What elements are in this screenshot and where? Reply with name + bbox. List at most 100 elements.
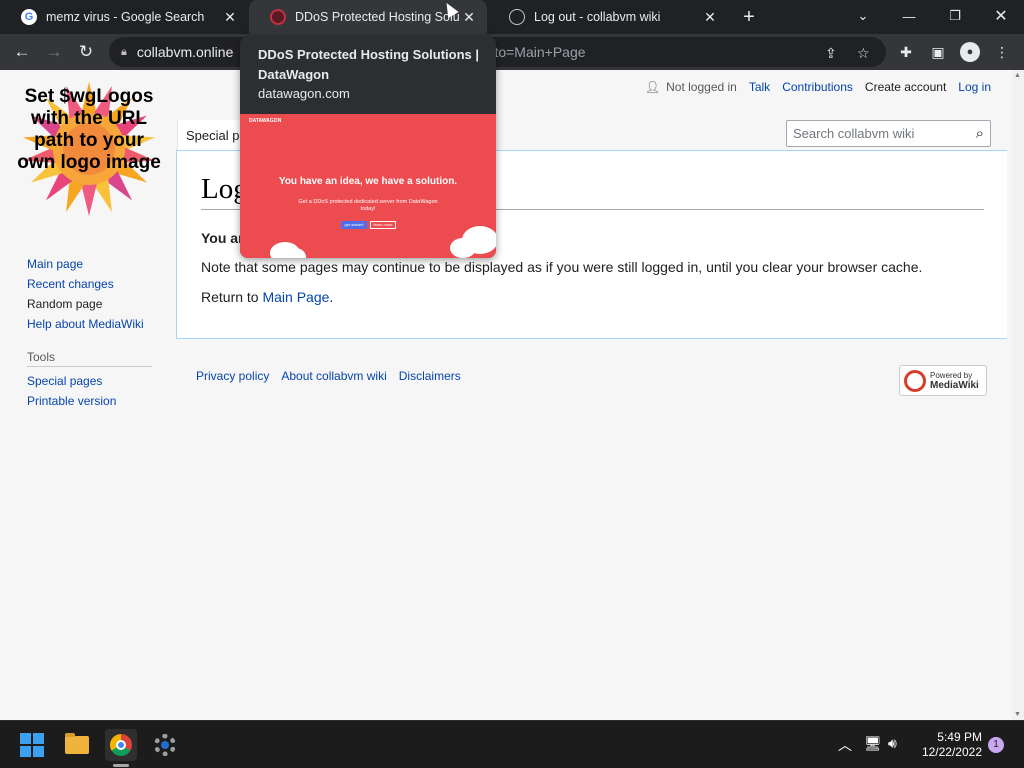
clock-date: 12/22/2022 (921, 745, 982, 759)
sidebar-item-random-page[interactable]: Random page (27, 297, 144, 311)
tools-divider (27, 366, 152, 367)
tab-title: DDoS Protected Hosting Solutio (295, 10, 459, 24)
talk-link[interactable]: Talk (749, 80, 770, 94)
footer-links: Privacy policy About collabvm wiki Discl… (196, 369, 461, 383)
volume-icon[interactable]: 🔊︎ (888, 735, 897, 752)
sidebar-item-help[interactable]: Help about MediaWiki (27, 317, 144, 331)
close-icon[interactable]: ✕ (459, 7, 479, 27)
sidebar-item-recent-changes[interactable]: Recent changes (27, 277, 144, 291)
browser-toolbar: ← → ↻ 🔒︎ collabvm.online rnto=Main+Page … (0, 34, 1024, 70)
folder-icon (65, 733, 89, 754)
preview-primary-button: get started (341, 221, 367, 229)
clock-time: 5:49 PM (937, 730, 982, 744)
sidebar-navigation: Main page Recent changes Random page Hel… (27, 257, 144, 337)
lock-icon: 🔒︎ (121, 45, 127, 58)
tab-google-search[interactable]: G memz virus - Google Search ✕ (0, 0, 248, 34)
return-prefix: Return to (201, 289, 263, 305)
tab-log-out[interactable]: Log out - collabvm wiki ✕ (488, 0, 728, 34)
datawagon-icon (270, 9, 286, 25)
wiki-page: Set $wgLogos with the URL path to your o… (0, 70, 1012, 720)
preview-secondary-button: learn more (370, 221, 396, 229)
chrome-taskbar-button[interactable] (105, 729, 137, 761)
start-button[interactable] (16, 729, 48, 761)
bookmark-star-icon[interactable]: ☆ (857, 45, 870, 62)
minimize-button[interactable]: — (886, 0, 932, 32)
contributions-link[interactable]: Contributions (782, 80, 853, 94)
reload-button[interactable]: ↻ (72, 38, 100, 66)
url-tail-text: rnto=Main+Page (482, 44, 586, 60)
tools-heading: Tools (27, 350, 56, 364)
google-icon: G (21, 9, 37, 25)
hover-card-domain: datawagon.com (258, 86, 350, 101)
cache-note: Note that some pages may continue to be … (201, 259, 923, 275)
url-text: collabvm.online (136, 44, 234, 60)
personal-tools: 👤︎ Not logged in Talk Contributions Crea… (645, 80, 991, 94)
profile-avatar-icon[interactable]: ● (960, 42, 980, 62)
sidebar-tools: Special pages Printable version (27, 374, 116, 414)
menu-kebab-icon[interactable]: ⋮ (991, 41, 1013, 63)
forward-button[interactable]: → (40, 38, 68, 66)
cloud-decoration (450, 238, 476, 258)
powered-by-text: Powered by MediaWiki (930, 371, 979, 391)
gear-icon (154, 734, 176, 756)
return-line: Return to Main Page. (201, 289, 333, 305)
hover-card-preview: DATAWAGON You have an idea, we have a so… (240, 114, 496, 258)
file-explorer-button[interactable] (61, 729, 93, 761)
mediawiki-icon (904, 369, 926, 392)
chevron-up-icon[interactable]: ︿ (838, 735, 852, 755)
sidebar-item-special-pages[interactable]: Special pages (27, 374, 116, 388)
network-icon[interactable]: 🖥︎ (864, 735, 882, 752)
search-input[interactable]: Search collabvm wiki ⌕ (786, 120, 991, 147)
settings-taskbar-button[interactable] (149, 729, 181, 761)
active-app-indicator (113, 764, 129, 767)
new-tab-button[interactable]: + (737, 5, 761, 29)
window-close-button[interactable]: ✕ (978, 0, 1024, 32)
scroll-up-icon[interactable]: ▲ (1014, 72, 1021, 79)
system-clock[interactable]: 5:49 PM 12/22/2022 (912, 730, 982, 760)
scroll-down-icon[interactable]: ▼ (1014, 711, 1021, 718)
tab-special-page[interactable]: Special p (177, 120, 248, 150)
sidebar-item-main-page[interactable]: Main page (27, 257, 144, 271)
footer-privacy-link[interactable]: Privacy policy (196, 369, 269, 383)
address-bar[interactable]: 🔒︎ collabvm.online rnto=Main+Page ⇪ ☆ (109, 37, 886, 67)
create-account-link[interactable]: Create account (865, 80, 946, 94)
chrome-icon (110, 734, 132, 756)
search-icon[interactable]: ⌕ (976, 125, 984, 142)
extensions-icon[interactable]: ✚ (895, 41, 917, 63)
windows-logo-icon (20, 733, 44, 757)
footer-about-link[interactable]: About collabvm wiki (281, 369, 386, 383)
notification-badge[interactable]: 1 (988, 737, 1004, 753)
tab-search-button[interactable]: ⌄ (840, 0, 886, 32)
close-icon[interactable]: ✕ (220, 7, 240, 27)
search-placeholder: Search collabvm wiki (793, 126, 915, 141)
main-page-link[interactable]: Main Page (262, 289, 329, 305)
not-logged-in-label: Not logged in (666, 80, 737, 94)
powered-by-line2: MediaWiki (930, 379, 979, 391)
tab-title: Log out - collabvm wiki (534, 10, 661, 24)
hover-card-title: DDoS Protected Hosting Solutions | DataW… (258, 47, 480, 82)
tab-hover-card: DDoS Protected Hosting Solutions | DataW… (240, 36, 496, 258)
preview-headline: You have an idea, we have a solution. (278, 176, 458, 187)
windows-taskbar: ︿ 🖥︎ 🔊︎ 5:49 PM 12/22/2022 1 (0, 720, 1024, 768)
return-suffix: . (329, 289, 334, 305)
powered-by-mediawiki-badge[interactable]: Powered by MediaWiki (899, 365, 987, 396)
share-icon[interactable]: ⇪ (825, 45, 837, 62)
footer-disclaimers-link[interactable]: Disclaimers (399, 369, 461, 383)
preview-brand: DATAWAGON (249, 118, 282, 124)
tab-title: memz virus - Google Search (46, 10, 205, 24)
close-icon[interactable]: ✕ (700, 7, 720, 27)
preview-subline: Get a DDoS protected dedicated server fr… (298, 199, 438, 212)
restore-button[interactable]: ❐ (932, 0, 978, 32)
tab-strip: G memz virus - Google Search ✕ DDoS Prot… (0, 0, 1024, 34)
user-icon: 👤︎ (644, 80, 661, 94)
logo-placeholder-text: Set $wgLogos with the URL path to your o… (17, 86, 161, 173)
login-link[interactable]: Log in (958, 80, 991, 94)
logout-message: You ar (201, 230, 244, 246)
cloud-decoration (284, 248, 306, 258)
globe-icon (509, 9, 525, 25)
powered-by-line1: Powered by (930, 370, 973, 380)
sidebar-item-printable-version[interactable]: Printable version (27, 394, 116, 408)
side-panel-icon[interactable]: ▣ (927, 41, 949, 63)
page-scrollbar[interactable]: ▲ ▼ (1012, 70, 1024, 720)
back-button[interactable]: ← (8, 38, 36, 66)
